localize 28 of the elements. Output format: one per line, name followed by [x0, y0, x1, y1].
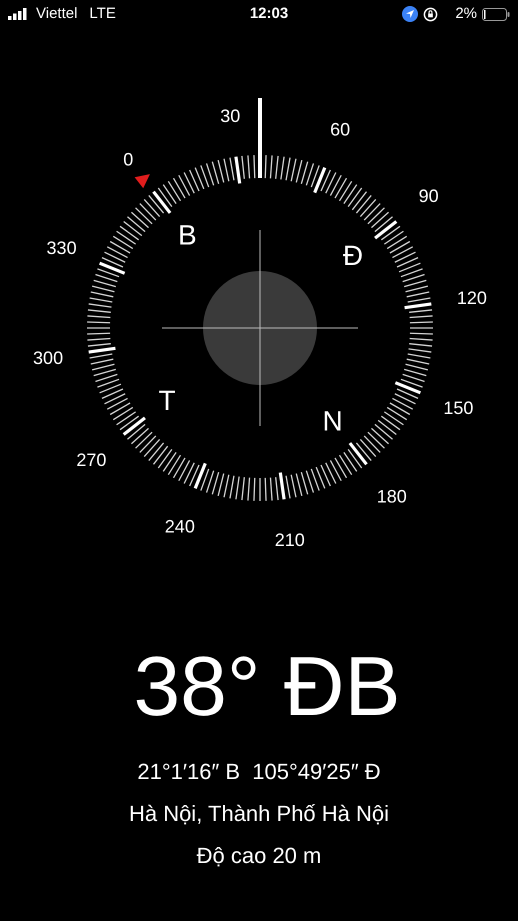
degree-label: 90 — [418, 186, 439, 206]
cardinal-label: B — [178, 220, 197, 251]
degree-label: 240 — [164, 516, 195, 536]
degree-label: 270 — [76, 450, 106, 470]
altitude-text: Độ cao 20 m — [196, 842, 322, 870]
coordinates-text: 21°1′16″ B 105°49′25″ Đ — [137, 758, 381, 786]
cardinal-label: T — [158, 385, 176, 416]
network-type: LTE — [89, 4, 116, 24]
degree-label: 300 — [33, 348, 64, 368]
degree-label: 210 — [274, 530, 305, 550]
orientation-lock-icon — [423, 6, 438, 22]
location-text: Hà Nội, Thành Phố Hà Nội — [128, 800, 390, 828]
cardinal-label: N — [322, 405, 343, 436]
heading-readout: 38° ĐB — [132, 644, 401, 728]
degree-label: 0 — [123, 149, 134, 170]
degree-label: 60 — [330, 120, 350, 140]
status-time: 12:03 — [250, 4, 288, 24]
degree-label: 120 — [456, 288, 487, 308]
north-marker-icon — [134, 174, 150, 188]
cardinal-label: Đ — [342, 240, 364, 271]
battery-icon — [482, 8, 510, 20]
degree-label: 180 — [376, 486, 407, 507]
location-icon — [402, 6, 418, 22]
degree-label: 330 — [46, 238, 77, 258]
carrier-name: Viettel — [36, 4, 78, 24]
battery-percentage: 2% — [455, 4, 477, 24]
degree-label: 30 — [220, 106, 240, 126]
degree-label: 150 — [443, 398, 474, 418]
